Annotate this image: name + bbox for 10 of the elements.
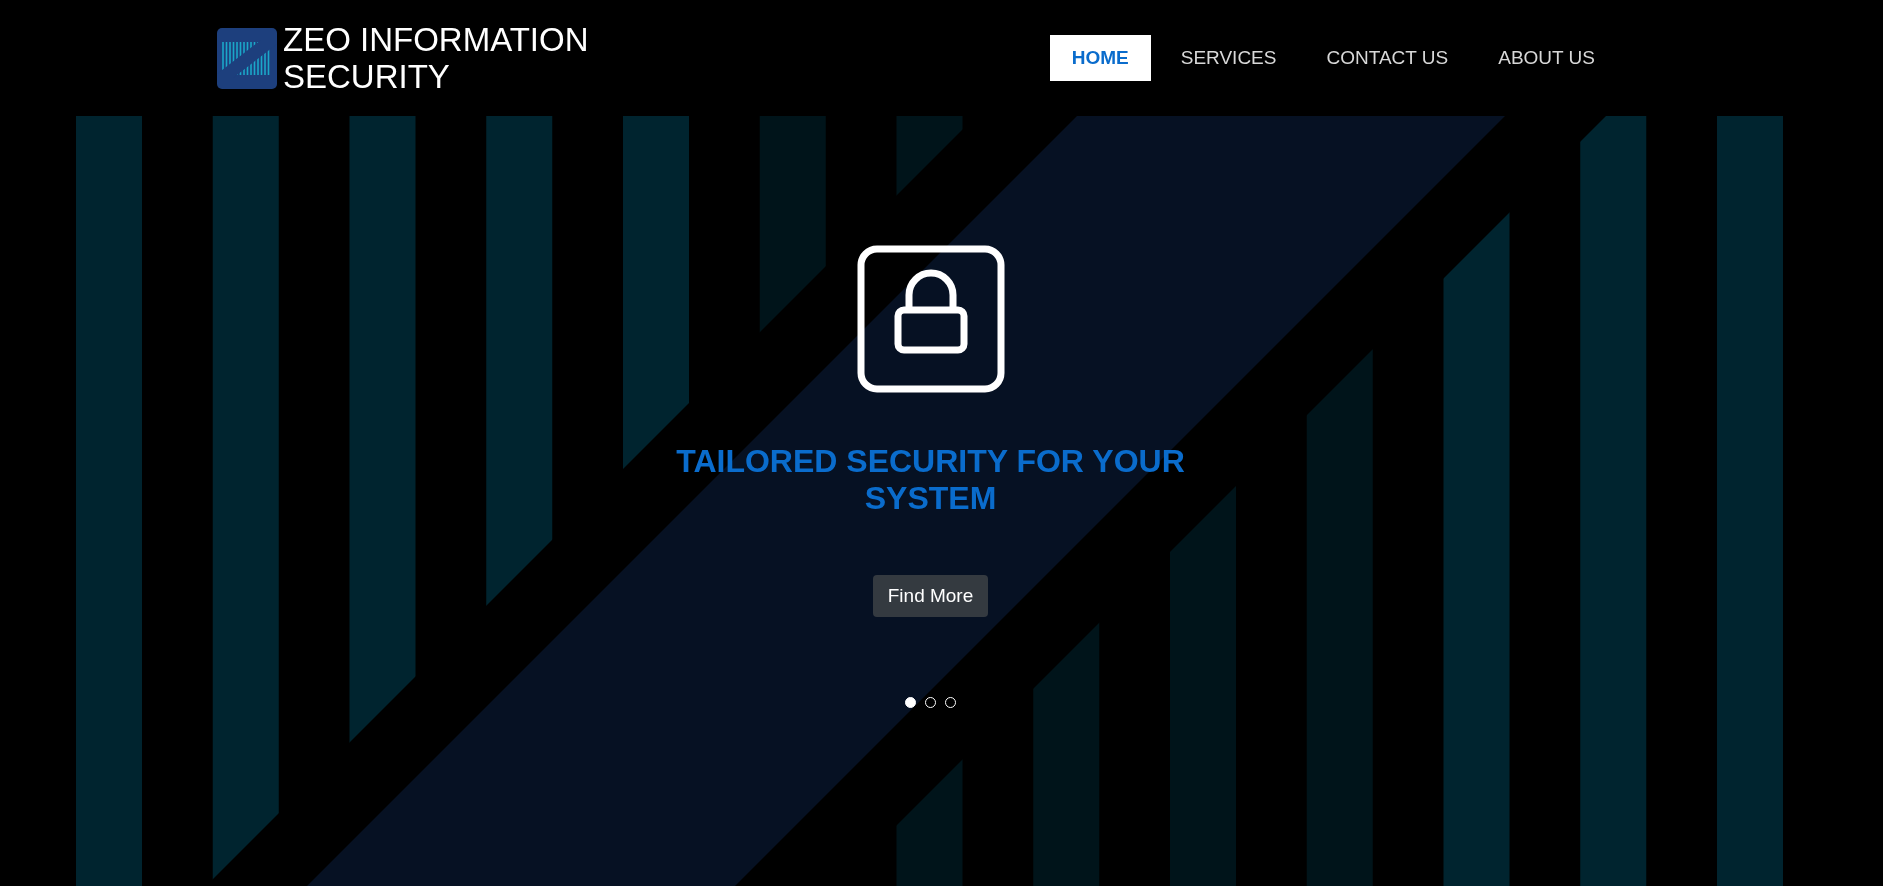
lock-icon <box>856 245 1005 393</box>
nav-link[interactable]: SERVICES <box>1160 35 1297 81</box>
nav-link[interactable]: CONTACT US <box>1306 35 1469 81</box>
hero-title: TAILORED SECURITY FOR YOUR SYSTEM <box>675 443 1186 517</box>
find-more-button[interactable]: Find More <box>872 575 989 617</box>
nav-link[interactable]: HOME <box>1049 35 1151 81</box>
logo-icon <box>217 27 277 89</box>
carousel-dot[interactable] <box>905 697 916 708</box>
nav-link[interactable]: ABOUT US <box>1478 35 1615 81</box>
brand-name: ZEO INFORMATION SECURITY <box>283 21 590 95</box>
